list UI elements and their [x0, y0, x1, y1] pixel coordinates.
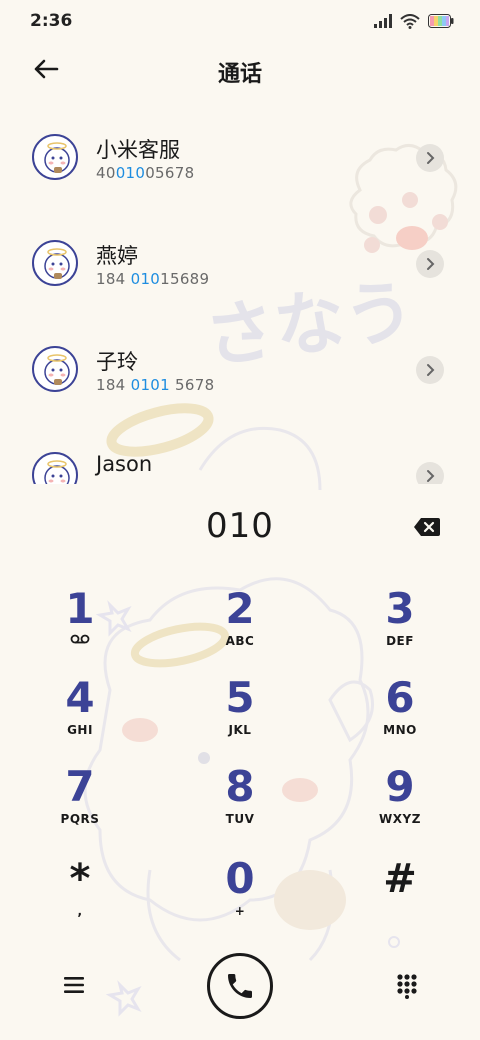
- key-star[interactable]: * ,: [20, 856, 140, 938]
- contact-number: 184 01015689: [96, 270, 210, 288]
- avatar: [32, 346, 78, 392]
- key-digit: 8: [225, 762, 255, 811]
- key-digit: 9: [385, 762, 415, 811]
- signal-icon: [374, 14, 392, 28]
- app-header: 通话: [0, 44, 480, 96]
- key-hash[interactable]: #: [340, 856, 460, 938]
- wifi-icon: [400, 13, 420, 29]
- key-5[interactable]: 5 JKL: [180, 675, 300, 757]
- key-digit: 0: [225, 854, 255, 903]
- contact-item[interactable]: 燕婷 184 01015689: [0, 210, 480, 310]
- contact-name: 小米客服: [96, 138, 180, 162]
- contact-item[interactable]: 子玲 184 0101 5678: [0, 316, 480, 416]
- contact-detail-button[interactable]: [416, 462, 444, 484]
- key-digit: 4: [65, 673, 95, 722]
- key-7[interactable]: 7 PQRS: [20, 764, 140, 846]
- contact-name: 子玲: [96, 350, 138, 374]
- key-letters: TUV: [225, 812, 255, 826]
- chevron-right-icon: [427, 470, 435, 482]
- avatar: [32, 452, 78, 484]
- key-6[interactable]: 6 MNO: [340, 675, 460, 757]
- key-digit: 3: [385, 584, 415, 633]
- menu-icon: [64, 977, 84, 993]
- key-letters: +: [234, 904, 246, 918]
- backspace-button[interactable]: [410, 514, 444, 540]
- number-display: 010: [0, 500, 480, 556]
- contact-number: 4001005678: [96, 164, 195, 182]
- key-digit: 2: [225, 584, 255, 633]
- key-digit: 5: [225, 673, 255, 722]
- chevron-right-icon: [427, 258, 435, 270]
- key-letters: MNO: [383, 723, 417, 737]
- page-title: 通话: [217, 62, 262, 87]
- avatar: [32, 240, 78, 286]
- key-letters: GHI: [67, 723, 93, 737]
- key-8[interactable]: 8 TUV: [180, 764, 300, 846]
- menu-button[interactable]: [56, 970, 92, 1000]
- key-digit: 1: [65, 584, 95, 633]
- phone-icon: [228, 974, 252, 998]
- voicemail-icon: [70, 634, 90, 644]
- dialed-number[interactable]: 010: [0, 506, 480, 546]
- contact-detail-button[interactable]: [416, 144, 444, 172]
- chevron-right-icon: [427, 152, 435, 164]
- key-digit: #: [383, 856, 417, 902]
- battery-icon: [428, 14, 454, 28]
- status-bar: 2:36: [0, 0, 480, 44]
- contact-number: 184 0101 5678: [96, 376, 215, 394]
- key-letters: JKL: [228, 723, 252, 737]
- key-digit: 7: [65, 762, 95, 811]
- call-button[interactable]: [207, 953, 273, 1019]
- bottom-action-bar: [0, 950, 480, 1026]
- chevron-right-icon: [427, 364, 435, 376]
- key-1[interactable]: 1: [20, 586, 140, 668]
- key-2[interactable]: 2 ABC: [180, 586, 300, 668]
- key-letters: ABC: [225, 634, 255, 648]
- contact-detail-button[interactable]: [416, 356, 444, 384]
- key-9[interactable]: 9 WXYZ: [340, 764, 460, 846]
- key-3[interactable]: 3 DEF: [340, 586, 460, 668]
- key-digit: *: [69, 856, 91, 902]
- key-letters: DEF: [386, 634, 414, 648]
- matching-contacts-list: 小米客服 4001005678 燕婷 184 01015689 子玲 184 0…: [0, 104, 480, 484]
- contact-name: Jason: [96, 452, 153, 476]
- key-letters: PQRS: [60, 812, 100, 826]
- key-0[interactable]: 0 +: [180, 856, 300, 938]
- status-time: 2:36: [30, 11, 73, 31]
- contact-item[interactable]: Jason: [0, 422, 480, 484]
- status-icons: [374, 12, 454, 30]
- dialpad-toggle-button[interactable]: [390, 970, 424, 1002]
- contact-item[interactable]: 小米客服 4001005678: [0, 104, 480, 204]
- contact-detail-button[interactable]: [416, 250, 444, 278]
- key-digit: 6: [385, 673, 415, 722]
- avatar: [32, 134, 78, 180]
- key-4[interactable]: 4 GHI: [20, 675, 140, 757]
- key-letters: WXYZ: [379, 812, 421, 826]
- contact-name: 燕婷: [96, 244, 138, 268]
- dialpad-icon: [397, 974, 417, 999]
- backspace-icon: [414, 518, 440, 536]
- key-letters: ,: [77, 904, 83, 918]
